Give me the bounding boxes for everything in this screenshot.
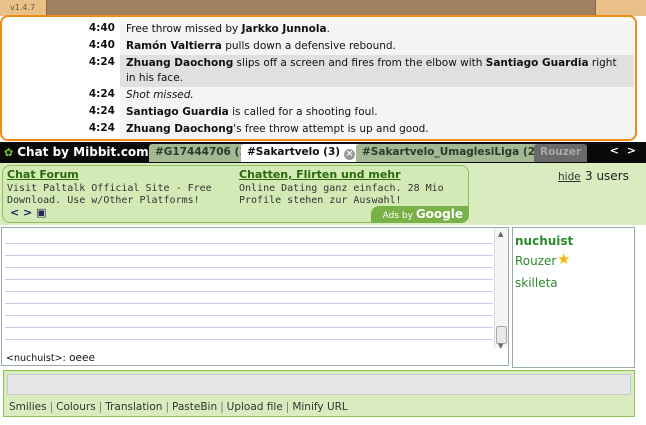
play-description: The free throw by Zhuang Daochong is up … — [120, 138, 634, 139]
play-row: 4:24The free throw by Zhuang Daochong is… — [4, 138, 634, 139]
play-description: Zhuang Daochong's free throw attempt is … — [120, 121, 634, 138]
user-list: nuchuist Rouzer ★ skilleta — [512, 227, 635, 368]
message-text: oeee — [69, 352, 95, 364]
tab-label: #G17444706 (1) — [155, 146, 252, 158]
top-strip: v1.4.7 — [0, 0, 646, 16]
play-description: Santiago Guardia is called for a shootin… — [120, 104, 634, 121]
play-time: 4:24 — [88, 105, 115, 117]
chat-line — [5, 280, 493, 292]
tab-scroll-arrows[interactable]: < > — [610, 144, 638, 157]
ad-text: Visit Paltalk Official Site - Free Downl… — [7, 183, 212, 206]
user-item-nuchuist[interactable]: nuchuist — [515, 234, 573, 248]
google-label: Google — [415, 207, 463, 221]
user-name: Rouzer — [515, 254, 557, 268]
pastebin-link[interactable]: PasteBin — [172, 401, 217, 413]
mibbit-leaf-icon: ✿ — [4, 146, 14, 159]
user-count: 3 users — [585, 169, 629, 183]
play-time: 4:40 — [88, 39, 115, 51]
hide-users-link[interactable]: hide — [558, 171, 581, 183]
ad-title[interactable]: Chat Forum — [7, 169, 227, 181]
play-description: Zhuang Daochong slips off a screen and f… — [120, 55, 634, 87]
toolbar-separator: | — [49, 401, 54, 413]
play-description: Free throw missed by Jarkko Junnola. — [120, 21, 634, 38]
play-time: 4:24 — [4, 138, 120, 139]
ad-area: Chat Forum Visit Paltalk Official Site -… — [0, 163, 646, 225]
play-row: 4:24 Zhuang Daochong slips off a screen a… — [4, 55, 634, 87]
play-row: 4:24 Zhuang Daochong's free throw attempt… — [4, 121, 634, 138]
chat-toolbar: Smilies | Colours | Translation | PasteBin | Upl… — [9, 401, 348, 413]
user-item-skilleta[interactable]: skilleta — [515, 276, 558, 290]
play-description: Shot missed. — [120, 87, 634, 104]
scroll-up-arrow-icon[interactable]: ▲ — [498, 230, 503, 238]
chat-line — [5, 316, 493, 328]
tab-label: #Sakartvelo (3) — [247, 146, 341, 158]
ads-by-google-badge[interactable]: Ads by Google — [370, 206, 469, 223]
ad-text: Online Dating ganz einfach. 28 Mio Profi… — [239, 183, 444, 206]
chat-message: <nuchuist>: oeee — [6, 352, 95, 364]
top-header-bar — [46, 0, 596, 15]
play-row: 4:40 Free throw missed by Jarkko Junnola. — [4, 21, 634, 38]
play-time: 4:24 — [88, 56, 115, 68]
close-tab-icon[interactable]: × — [344, 149, 356, 160]
tab-channel-sakartvelo-umaglesiliga[interactable]: #Sakartvelo_UmaglesiLiga (2) — [356, 144, 546, 162]
star-icon: ★ — [557, 250, 571, 268]
ad-chatten-flirten[interactable]: Chatten, Flirten und mehr Online Dating … — [239, 169, 469, 207]
version-label: v1.4.7 — [10, 3, 36, 12]
play-time: 4:40 — [88, 22, 115, 34]
message-nick: <nuchuist>: — [6, 353, 66, 364]
play-time: 4:24 — [88, 122, 115, 134]
message-input[interactable] — [7, 374, 631, 395]
play-row: 4:24 Shot missed. — [4, 87, 634, 104]
chat-line — [5, 292, 493, 304]
chat-lines — [5, 232, 493, 350]
ad-box: Chat Forum Visit Paltalk Official Site -… — [2, 165, 469, 223]
toolbar-separator: | — [220, 401, 224, 413]
upload-file-link[interactable]: Upload file — [227, 401, 283, 413]
external-link-icon[interactable]: ▣ — [36, 206, 46, 219]
tab-private-rouzer[interactable]: Rouzer — [534, 144, 588, 162]
translation-link[interactable]: Translation — [105, 401, 162, 413]
colours-link[interactable]: Colours — [56, 401, 96, 413]
play-description: Ramón Valtierra pulls down a defensive r… — [120, 38, 634, 55]
ad-title[interactable]: Chatten, Flirten und mehr — [239, 169, 469, 181]
chat-message-pane[interactable]: ▲ ▼ <nuchuist>: oeee — [1, 227, 509, 366]
scroll-down-arrow-icon[interactable]: ▼ — [498, 342, 503, 350]
minify-url-link[interactable]: Minify URL — [292, 401, 347, 413]
ad-chat-forum[interactable]: Chat Forum Visit Paltalk Official Site -… — [7, 169, 227, 207]
play-time: 4:24 — [88, 88, 115, 100]
input-area: Smilies | Colours | Translation | PasteBin | Upl… — [3, 370, 635, 417]
toolbar-separator: | — [165, 401, 169, 413]
play-row: 4:40 Ramón Valtierra pulls down a defensi… — [4, 38, 634, 55]
brand-label: Chat by Mibbit.com — [17, 145, 149, 159]
tab-label: #Sakartvelo_UmaglesiLiga (2) — [362, 146, 540, 158]
chat-line — [5, 304, 493, 316]
toolbar-separator: | — [285, 401, 290, 413]
play-by-play-table: 4:40 Free throw missed by Jarkko Junnola.… — [4, 21, 634, 139]
play-row: 4:24 Santiago Guardia is called for a sho… — [4, 104, 634, 121]
chat-line — [5, 232, 493, 244]
chat-line — [5, 244, 493, 256]
chat-scrollbar[interactable]: ▲ ▼ — [494, 228, 508, 350]
tab-channel-sakartvelo[interactable]: #Sakartvelo (3) × — [241, 144, 362, 162]
chat-line — [5, 256, 493, 268]
play-by-play-panel: 4:40 Free throw missed by Jarkko Junnola.… — [0, 15, 637, 141]
ad-nav-arrows[interactable]: < > ▣ — [10, 206, 47, 219]
chat-line — [5, 268, 493, 280]
smilies-link[interactable]: Smilies — [9, 401, 47, 413]
toolbar-separator: | — [98, 401, 103, 413]
ad-nav-label[interactable]: < > — [10, 206, 32, 219]
chat-line — [5, 328, 493, 340]
user-item-rouzer[interactable]: Rouzer ★ — [515, 250, 570, 268]
chat-tab-bar: ✿ Chat by Mibbit.com #G17444706 (1) #Saka… — [0, 142, 646, 163]
ads-by-label: Ads by — [382, 211, 413, 221]
mibbit-brand[interactable]: ✿ Chat by Mibbit.com — [4, 144, 149, 161]
tab-label: Rouzer — [540, 146, 582, 158]
